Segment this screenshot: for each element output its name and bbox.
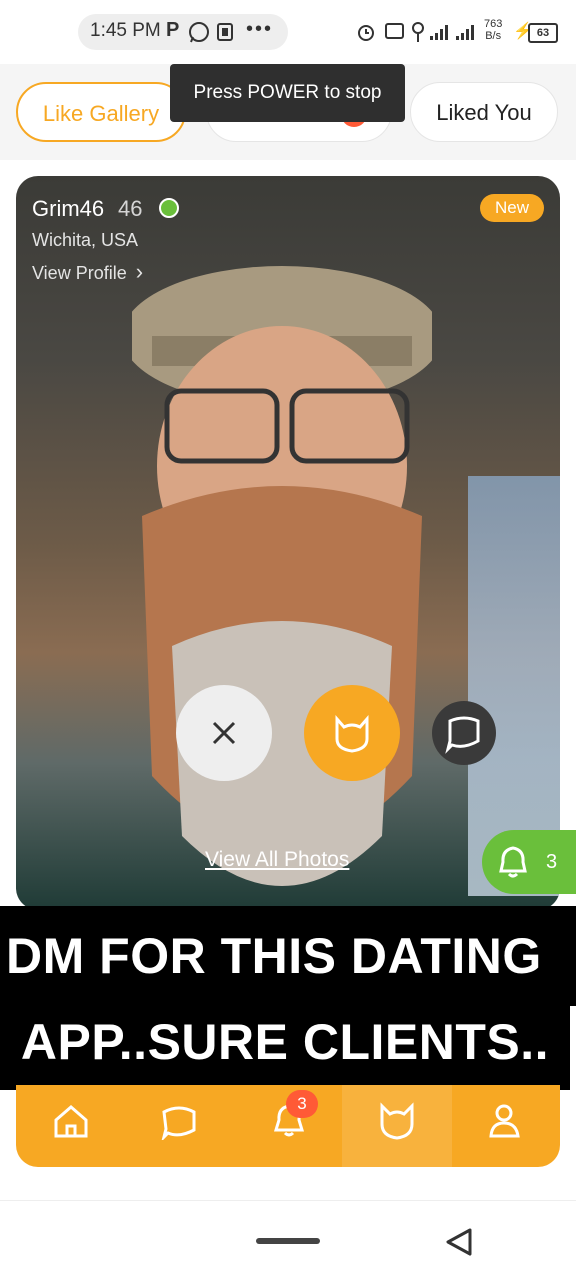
nav-likes[interactable] [356,1090,436,1160]
tab-like-gallery[interactable]: Like Gallery [16,82,186,142]
whatsapp-icon [189,22,209,43]
like-button[interactable] [304,685,400,781]
back-icon[interactable] [444,1226,474,1258]
chat-icon [161,1106,196,1140]
profile-icon [489,1104,520,1138]
status-time: 1:45 PM [90,20,161,41]
network-speed: 763 B/s [484,18,503,42]
online-status-dot [159,198,179,218]
cast-icon [385,23,404,39]
profile-location: Wichita, USA [32,230,139,250]
battery-indicator: 63 [528,23,558,43]
bell-icon [499,846,527,878]
cat-icon [380,1102,414,1140]
notification-pill[interactable] [482,830,576,894]
location-icon [412,22,424,42]
more-dots-icon: ••• [246,18,274,40]
tab-liked-you[interactable]: Liked You [410,82,558,142]
home-icon [54,1105,88,1138]
chat-icon [445,716,480,754]
cat-icon [335,715,369,753]
view-profile-link[interactable]: View Profile › [32,259,143,285]
pass-button[interactable] [176,685,272,781]
new-badge: New [480,194,544,222]
close-icon [212,721,236,745]
view-profile-label: View Profile [32,263,127,283]
nav-profile[interactable] [466,1090,546,1160]
parking-app-icon: P [166,19,180,41]
app-notification-icon [217,23,233,41]
caption-line-1: DM FOR THIS DATING [0,906,576,1006]
profile-photo-card[interactable] [16,176,560,910]
profile-photo [132,266,432,886]
view-all-photos-link[interactable]: View All Photos [205,848,349,872]
profile-username: Grim46 [32,196,105,221]
message-button[interactable] [432,701,496,765]
caption-line-2: APP..SURE CLIENTS.. [0,1000,570,1090]
alarm-icon [358,25,374,41]
signal-icon [430,25,474,40]
chevron-right-icon: › [135,259,144,284]
notification-count: 3 [546,851,558,873]
screen-record-toast: Press POWER to stop [170,64,405,122]
home-gesture-bar[interactable] [256,1238,320,1244]
nav-home[interactable] [30,1090,110,1160]
nav-notification-badge: 3 [286,1090,318,1118]
profile-age: 46 [118,196,143,221]
nav-messages[interactable] [138,1090,218,1160]
